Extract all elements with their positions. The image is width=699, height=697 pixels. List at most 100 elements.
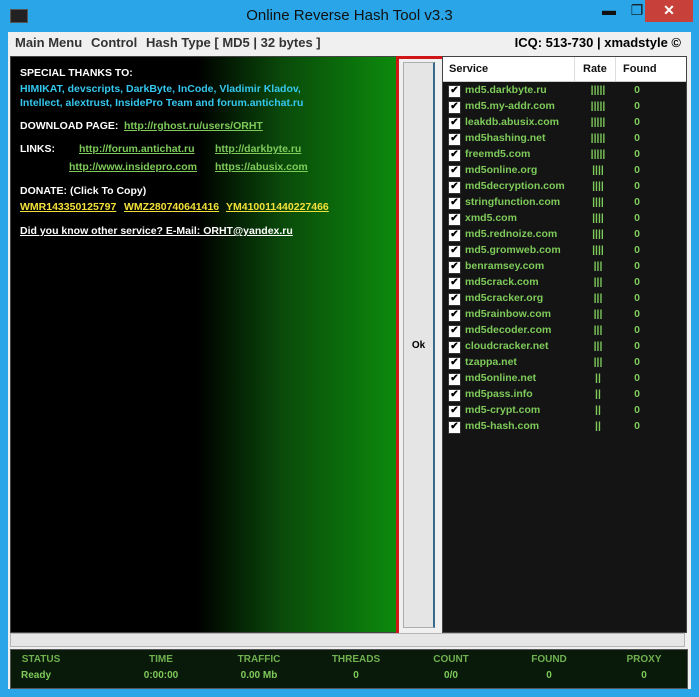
service-name: md5online.net	[465, 372, 537, 384]
service-name: md5pass.info	[465, 388, 533, 400]
title-bar[interactable]: Online Reverse Hash Tool v3.3 ▬ ❐ ✕	[0, 0, 699, 32]
service-row[interactable]: ✔ md5online.org |||| 0	[443, 163, 686, 179]
service-row[interactable]: ✔ md5decoder.com ||| 0	[443, 323, 686, 339]
service-checkbox[interactable]: ✔	[448, 421, 461, 434]
service-row[interactable]: ✔ md5.my-addr.com ||||| 0	[443, 99, 686, 115]
service-row[interactable]: ✔ md5-crypt.com || 0	[443, 403, 686, 419]
service-row[interactable]: ✔ md5decryption.com |||| 0	[443, 179, 686, 195]
service-checkbox[interactable]: ✔	[448, 213, 461, 226]
service-checkbox[interactable]: ✔	[448, 293, 461, 306]
menu-hash-type[interactable]: Hash Type [ MD5 | 32 bytes ]	[146, 35, 321, 50]
service-row[interactable]: ✔ md5online.net || 0	[443, 371, 686, 387]
header-divider	[574, 57, 575, 81]
thanks-line-2: Intellect, alextrust, InsidePro Team and…	[20, 97, 304, 109]
about-panel: SPECIAL THANKS TO: HIMIKAT, devscripts, …	[10, 56, 400, 633]
service-checkbox[interactable]: ✔	[448, 101, 461, 114]
service-row[interactable]: ✔ md5crack.com ||| 0	[443, 275, 686, 291]
service-row[interactable]: ✔ stringfunction.com |||| 0	[443, 195, 686, 211]
count-label: COUNT	[433, 654, 469, 665]
service-checkbox[interactable]: ✔	[448, 261, 461, 274]
service-rate: ||||	[592, 244, 604, 256]
wallet-wmz[interactable]: WMZ280740641416	[124, 201, 219, 213]
close-button[interactable]: ✕	[645, 0, 693, 22]
service-rate: ||	[595, 372, 601, 384]
service-row[interactable]: ✔ benramsey.com ||| 0	[443, 259, 686, 275]
app-window: Online Reverse Hash Tool v3.3 ▬ ❐ ✕ Main…	[0, 0, 699, 697]
header-found[interactable]: Found	[623, 63, 657, 75]
service-name: freemd5.com	[465, 148, 531, 160]
service-row[interactable]: ✔ cloudcracker.net ||| 0	[443, 339, 686, 355]
service-found: 0	[634, 308, 640, 320]
service-name: stringfunction.com	[465, 196, 561, 208]
service-found: 0	[634, 244, 640, 256]
service-rate: ||	[595, 404, 601, 416]
menu-control[interactable]: Control	[91, 35, 137, 50]
service-row[interactable]: ✔ md5cracker.org ||| 0	[443, 291, 686, 307]
service-found: 0	[634, 196, 640, 208]
service-checkbox[interactable]: ✔	[448, 389, 461, 402]
service-row[interactable]: ✔ md5.rednoize.com |||| 0	[443, 227, 686, 243]
service-row[interactable]: ✔ md5rainbow.com ||| 0	[443, 307, 686, 323]
service-checkbox[interactable]: ✔	[448, 165, 461, 178]
link-insidepro[interactable]: http://www.insidepro.com	[69, 161, 197, 173]
service-found: 0	[634, 212, 640, 224]
header-rate[interactable]: Rate	[583, 63, 607, 75]
service-row[interactable]: ✔ xmd5.com |||| 0	[443, 211, 686, 227]
service-found: 0	[634, 228, 640, 240]
service-found: 0	[634, 356, 640, 368]
service-checkbox[interactable]: ✔	[448, 277, 461, 290]
menu-main[interactable]: Main Menu	[15, 35, 82, 50]
service-rate: |||	[593, 308, 603, 320]
service-row[interactable]: ✔ md5-hash.com || 0	[443, 419, 686, 435]
service-rate: |||	[593, 260, 603, 272]
service-checkbox[interactable]: ✔	[448, 309, 461, 322]
service-row[interactable]: ✔ leakdb.abusix.com ||||| 0	[443, 115, 686, 131]
service-checkbox[interactable]: ✔	[448, 325, 461, 338]
service-name: cloudcracker.net	[465, 340, 549, 352]
service-row[interactable]: ✔ md5.darkbyte.ru ||||| 0	[443, 83, 686, 99]
service-rate: |||	[593, 356, 603, 368]
service-checkbox[interactable]: ✔	[448, 373, 461, 386]
service-name: md5crack.com	[465, 276, 539, 288]
service-checkbox[interactable]: ✔	[448, 245, 461, 258]
service-row[interactable]: ✔ freemd5.com ||||| 0	[443, 147, 686, 163]
service-found: 0	[634, 148, 640, 160]
service-checkbox[interactable]: ✔	[448, 117, 461, 130]
link-darkbyte[interactable]: http://darkbyte.ru	[215, 143, 301, 155]
service-rate: |||||	[590, 132, 606, 144]
service-checkbox[interactable]: ✔	[448, 181, 461, 194]
link-antichat[interactable]: http://forum.antichat.ru	[79, 143, 195, 155]
service-checkbox[interactable]: ✔	[448, 149, 461, 162]
service-row[interactable]: ✔ md5pass.info || 0	[443, 387, 686, 403]
service-row[interactable]: ✔ md5hashing.net ||||| 0	[443, 131, 686, 147]
header-service[interactable]: Service	[449, 63, 488, 75]
ok-button[interactable]: Ok	[403, 62, 435, 628]
service-found: 0	[634, 180, 640, 192]
links-label: LINKS:	[20, 143, 55, 155]
service-checkbox[interactable]: ✔	[448, 357, 461, 370]
service-rate: |||||	[590, 100, 606, 112]
service-found: 0	[634, 84, 640, 96]
minimize-button[interactable]: ▬	[596, 0, 622, 22]
service-checkbox[interactable]: ✔	[448, 197, 461, 210]
service-rate: ||	[595, 388, 601, 400]
service-found: 0	[634, 116, 640, 128]
service-name: xmd5.com	[465, 212, 517, 224]
count-value: 0/0	[444, 670, 458, 681]
service-row[interactable]: ✔ md5.gromweb.com |||| 0	[443, 243, 686, 259]
service-checkbox[interactable]: ✔	[448, 405, 461, 418]
service-rate: |||	[593, 276, 603, 288]
service-checkbox[interactable]: ✔	[448, 229, 461, 242]
link-abusix[interactable]: https://abusix.com	[215, 161, 308, 173]
service-checkbox[interactable]: ✔	[448, 341, 461, 354]
menu-bar: Main Menu Control Hash Type [ MD5 | 32 b…	[8, 32, 691, 54]
service-checkbox[interactable]: ✔	[448, 133, 461, 146]
contact-email[interactable]: Did you know other service? E-Mail: ORHT…	[20, 225, 293, 237]
wallet-ym[interactable]: YM410011440227466	[226, 201, 329, 213]
wallet-wmr[interactable]: WMR143350125797	[20, 201, 116, 213]
service-row[interactable]: ✔ tzappa.net ||| 0	[443, 355, 686, 371]
service-name: md5decoder.com	[465, 324, 552, 336]
service-checkbox[interactable]: ✔	[448, 85, 461, 98]
status-value: Ready	[20, 670, 51, 681]
download-link[interactable]: http://rghost.ru/users/ORHT	[124, 120, 263, 132]
